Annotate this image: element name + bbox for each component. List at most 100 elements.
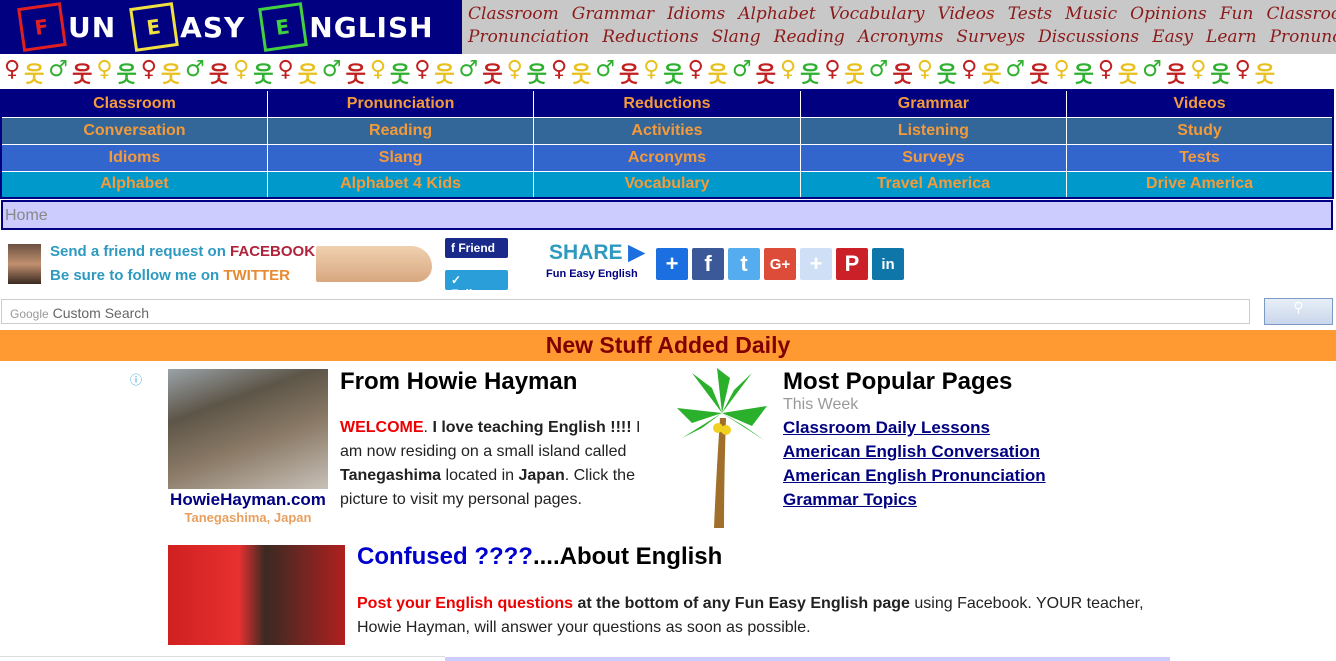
- banner-link[interactable]: Pronunc: [1270, 27, 1336, 47]
- logo-word: UN: [68, 10, 117, 44]
- nav-link[interactable]: Drive America: [1066, 170, 1334, 199]
- share-label: SHARE ▶: [549, 241, 645, 264]
- banner-links: Classroom Grammar Idioms Alphabet Vocabulary…: [462, 0, 1336, 54]
- howie-location: Tanegashima, Japan: [184, 510, 312, 525]
- twitter-icon[interactable]: t: [728, 248, 760, 280]
- banner-link[interactable]: Fun: [1220, 4, 1254, 24]
- dancer-icon: ♀: [140, 57, 157, 82]
- banner-link[interactable]: Pronunciation: [468, 27, 589, 47]
- nav-link[interactable]: Pronunciation: [266, 89, 535, 118]
- dancer-icon: ♀: [277, 57, 294, 82]
- nav-link[interactable]: Reading: [266, 116, 535, 145]
- banner-link[interactable]: Music: [1065, 4, 1117, 24]
- nav-link[interactable]: Listening: [799, 116, 1068, 145]
- search-icon: ⚲: [1293, 299, 1304, 315]
- dancer-icon: 웃: [1029, 63, 1050, 88]
- search-input[interactable]: Google Custom Search: [1, 299, 1250, 324]
- nav-link[interactable]: Alphabet 4 Kids: [266, 170, 535, 199]
- nav-link[interactable]: Alphabet: [0, 170, 268, 199]
- logo-cube-icon: E: [129, 2, 180, 52]
- popular-link[interactable]: Classroom Daily Lessons: [783, 416, 1046, 440]
- nav-link[interactable]: Tests: [1066, 143, 1334, 172]
- footer-bar: [445, 657, 1170, 661]
- howie-intro: WELCOME. I love teaching English !!!! I …: [340, 419, 641, 508]
- nav-link[interactable]: Reductions: [533, 89, 801, 118]
- nav-link[interactable]: Travel America: [799, 170, 1068, 199]
- twitter-follow-button[interactable]: ✓ Follow: [445, 270, 508, 301]
- twitter-follow-text[interactable]: Be sure to follow me on TWITTER: [50, 267, 290, 284]
- nav-link[interactable]: Idioms: [0, 143, 268, 172]
- banner-link[interactable]: Classroom: [468, 4, 559, 24]
- howie-site-link[interactable]: HowieHayman.com: [168, 490, 328, 510]
- banner-link[interactable]: Classroom: [1266, 4, 1336, 24]
- confused-photo: [168, 545, 345, 645]
- nav-link[interactable]: Surveys: [799, 143, 1068, 172]
- share-subtitle: Fun Easy English: [546, 268, 638, 280]
- popular-link[interactable]: Grammar Topics: [783, 488, 1046, 512]
- dancer-icon: 웃: [482, 63, 503, 88]
- popular-link[interactable]: American English Conversation: [783, 440, 1046, 464]
- search-button[interactable]: ⚲: [1264, 298, 1333, 325]
- nav-row: Conversation Reading Activities Listening St…: [0, 116, 1334, 145]
- dancer-icon: 웃: [571, 63, 592, 88]
- popular-subtitle: This Week: [783, 396, 859, 413]
- pinterest-icon[interactable]: P: [836, 248, 868, 280]
- banner-link[interactable]: Grammar: [572, 4, 654, 24]
- facebook-icon[interactable]: f: [692, 248, 724, 280]
- banner-link[interactable]: Videos: [937, 4, 994, 24]
- banner-link[interactable]: Idioms: [667, 4, 725, 24]
- plus-icon[interactable]: +: [656, 248, 688, 280]
- new-stuff-banner: New Stuff Added Daily: [0, 330, 1336, 361]
- nav-link[interactable]: Acronyms: [533, 143, 801, 172]
- nav-link[interactable]: Classroom: [0, 89, 268, 118]
- pointing-hand-icon: [316, 246, 432, 282]
- dancer-icon: ♀: [369, 57, 386, 82]
- dancer-icon: 웃: [160, 63, 182, 88]
- dancer-icon: ♀: [1053, 57, 1070, 82]
- twitter-icon: ✓: [451, 273, 462, 287]
- banner-link[interactable]: Opinions: [1130, 4, 1207, 24]
- share-buttons: + f t G+ + Pin: [656, 248, 904, 280]
- popular-link[interactable]: American English Pronunciation: [783, 464, 1046, 488]
- banner-link[interactable]: Reading: [774, 27, 845, 47]
- banner-link[interactable]: Acronyms: [858, 27, 944, 47]
- nav-link[interactable]: Study: [1066, 116, 1334, 145]
- dancer-icon: ♀: [1190, 57, 1207, 82]
- play-arrow-icon: ▶: [622, 241, 645, 264]
- nav-link[interactable]: Conversation: [0, 116, 268, 145]
- banner-link[interactable]: Learn: [1206, 27, 1257, 47]
- logo-cube-icon: F: [17, 2, 67, 52]
- nav-link[interactable]: Slang: [266, 143, 535, 172]
- dancer-icon: ♀: [643, 57, 660, 82]
- nav-link[interactable]: Videos: [1066, 89, 1334, 118]
- plus-light-icon[interactable]: +: [800, 248, 832, 280]
- banner-link[interactable]: Alphabet: [738, 4, 815, 24]
- nav-link[interactable]: Vocabulary: [533, 170, 801, 199]
- dancer-icon: 웃: [253, 63, 274, 88]
- nav-link[interactable]: Activities: [533, 116, 801, 145]
- nav-link[interactable]: Grammar: [799, 89, 1068, 118]
- dancer-icon: ♀: [550, 57, 568, 82]
- banner-link[interactable]: Slang: [712, 27, 761, 47]
- ad-info-icon[interactable]: ⓘ: [130, 371, 142, 388]
- breadcrumb[interactable]: Home: [1, 200, 1333, 230]
- banner-link[interactable]: Vocabulary: [829, 4, 925, 24]
- facebook-friend-button[interactable]: f Friend: [445, 238, 508, 258]
- dancer-icon: 웃: [936, 63, 958, 88]
- google-plus-icon[interactable]: G+: [764, 248, 796, 280]
- banner-link[interactable]: Surveys: [956, 27, 1025, 47]
- main-nav: Classroom Pronunciation Reductions Grammar V…: [0, 89, 1334, 199]
- howie-family-photo[interactable]: [168, 369, 328, 489]
- banner-link[interactable]: Reductions: [602, 27, 698, 47]
- dancer-icon: 웃: [116, 63, 137, 88]
- dancer-icon: ♂: [1142, 57, 1162, 82]
- banner-link[interactable]: Easy: [1152, 27, 1193, 47]
- avatar: [8, 244, 41, 284]
- dancer-icon: ♂: [321, 57, 342, 82]
- dancer-icon: ♂: [458, 57, 479, 82]
- linkedin-icon[interactable]: in: [872, 248, 904, 280]
- facebook-request-text[interactable]: Send a friend request on FACEBOOK: [50, 243, 315, 260]
- banner-link[interactable]: Tests: [1008, 4, 1052, 24]
- site-logo[interactable]: F UN E ASY E NGLISH: [0, 0, 462, 54]
- banner-link[interactable]: Discussions: [1038, 27, 1139, 47]
